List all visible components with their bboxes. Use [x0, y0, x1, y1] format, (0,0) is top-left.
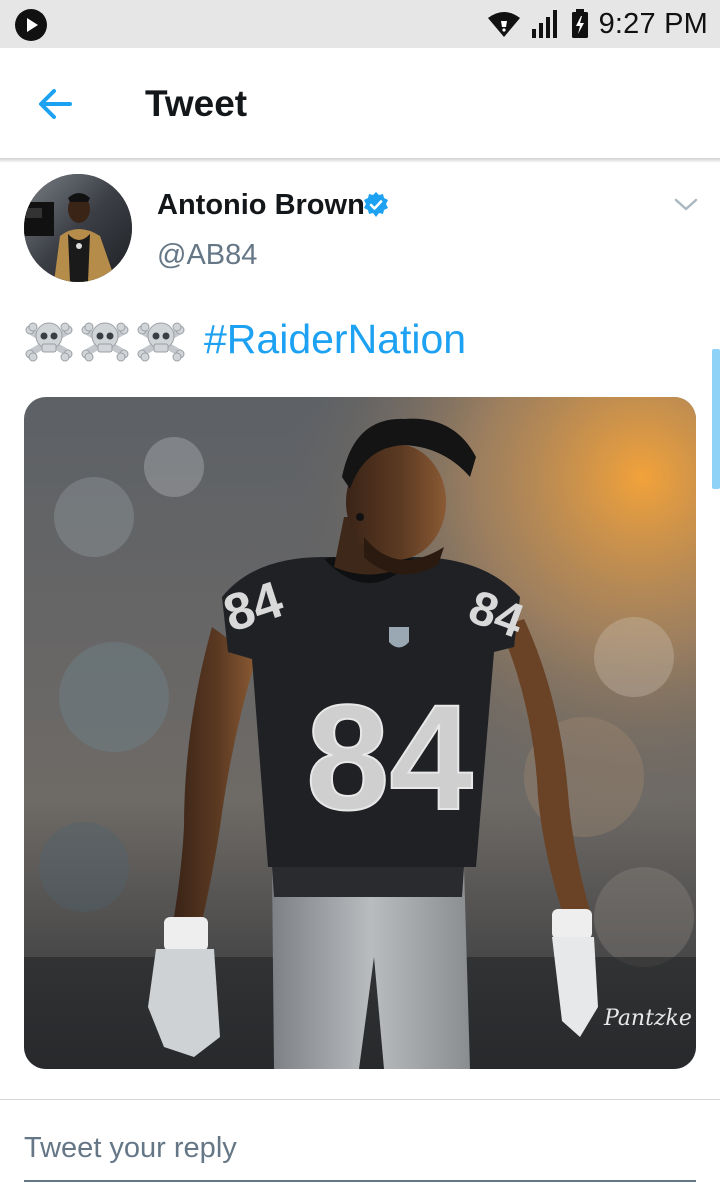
tweet-text: #RaiderNation — [24, 311, 466, 367]
reply-input[interactable] — [24, 1124, 696, 1172]
skull-crossbones-icon — [25, 322, 73, 362]
scrollbar[interactable] — [712, 349, 720, 489]
status-bar: 9:27 PM — [0, 0, 720, 48]
author-name[interactable]: Antonio Brown — [157, 188, 365, 222]
page-title: Tweet — [145, 83, 248, 124]
avatar[interactable] — [24, 174, 132, 282]
signal-icon — [531, 10, 557, 38]
photo-image: 84 84 84 Pantzke — [24, 397, 696, 1069]
author-handle[interactable]: @AB84 — [157, 238, 257, 272]
jersey-front-number: 84 — [306, 673, 473, 841]
avatar-image — [24, 174, 132, 282]
battery-charging-icon — [571, 9, 588, 38]
chevron-down-icon[interactable] — [672, 192, 700, 216]
skull-crossbones-icon — [81, 322, 129, 362]
photo-watermark: Pantzke — [603, 1006, 692, 1031]
status-time: 9:27 PM — [598, 8, 708, 40]
wifi-icon — [487, 12, 520, 37]
play-icon — [15, 9, 47, 41]
tweet-detail-screen: 9:27 PM Tweet Antonio Brown @AB84 #Raide… — [0, 0, 720, 1193]
skull-crossbones-icon — [137, 322, 185, 362]
app-header: Tweet — [0, 48, 720, 160]
tweet-photo[interactable]: 84 84 84 Pantzke — [24, 397, 696, 1069]
back-arrow-icon[interactable] — [30, 82, 80, 126]
hashtag-link[interactable]: #RaiderNation — [204, 311, 466, 367]
status-icons: 9:27 PM — [487, 6, 708, 42]
reply-input-underline — [24, 1180, 696, 1182]
divider — [0, 1099, 720, 1100]
verified-badge-icon — [364, 192, 388, 217]
header-divider — [0, 158, 720, 163]
